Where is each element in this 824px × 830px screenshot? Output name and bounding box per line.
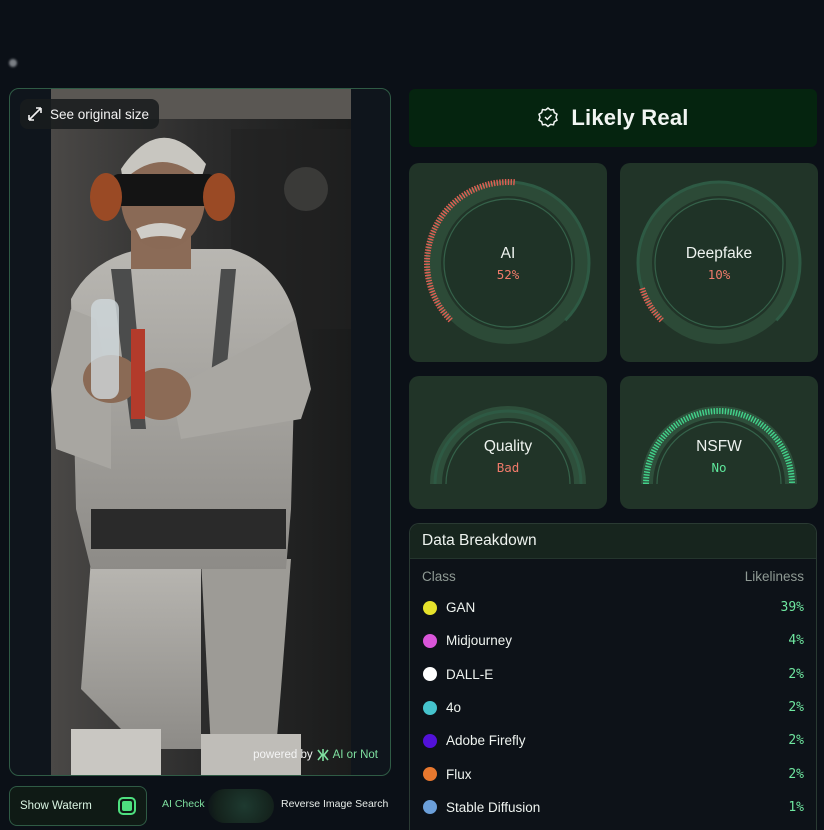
class-name: GAN [446, 600, 476, 616]
class-likeliness: 4% [788, 633, 804, 649]
breakdown-row: Flux 2% [410, 757, 816, 790]
quality-gauge-card: Quality Bad [409, 376, 607, 509]
watermark-checkbox[interactable] [118, 797, 136, 815]
verdict-banner: Likely Real [409, 89, 817, 147]
see-original-size-label: See original size [50, 106, 150, 122]
breakdown-rows: GAN 39% Midjourney 4% DALL-E 2% 4o 2% Adobe Fire… [410, 591, 816, 824]
class-name: DALL-E [446, 666, 494, 682]
analyzed-photo [51, 89, 351, 775]
class-likeliness: 1% [788, 799, 804, 815]
class-color-swatch [423, 700, 437, 715]
class-color-swatch [423, 600, 437, 615]
badge-icon [538, 107, 559, 128]
data-breakdown-title: Data Breakdown [410, 524, 816, 559]
class-color-swatch [423, 633, 437, 648]
nsfw-gauge-title: NSFW [696, 438, 742, 455]
class-likeliness: 39% [780, 600, 804, 616]
class-color-swatch [423, 800, 437, 815]
class-color-swatch [423, 667, 437, 682]
quality-gauge-value: Bad [496, 460, 520, 475]
ai-check-tab[interactable]: AI Check [162, 798, 205, 810]
class-likeliness: 2% [788, 766, 804, 782]
ai-gauge-card: AI 52% [409, 163, 607, 362]
class-color-swatch [423, 733, 437, 748]
quality-gauge-title: Quality [483, 438, 533, 455]
breakdown-column-headers: Class Likeliness [410, 561, 816, 591]
blurred-toggle[interactable] [208, 789, 274, 823]
class-name: Adobe Firefly [446, 733, 526, 749]
show-watermark-label: Show Waterm [20, 800, 92, 812]
verdict-label: Likely Real [571, 105, 689, 130]
powered-by-prefix: powered by [253, 749, 313, 761]
class-name: Midjourney [446, 633, 513, 649]
class-likeliness: 2% [788, 666, 804, 682]
breakdown-row: Adobe Firefly 2% [410, 724, 816, 757]
class-name: Flux [446, 766, 472, 782]
breakdown-row: Midjourney 4% [410, 624, 816, 657]
deepfake-gauge-value: 10% [707, 267, 731, 282]
class-name: 4o [446, 700, 462, 716]
nsfw-gauge-card: NSFW No [620, 376, 818, 509]
breakdown-row: 4o 2% [410, 691, 816, 724]
nsfw-gauge-value: No [711, 460, 727, 475]
class-name: Stable Diffusion [446, 799, 541, 815]
data-breakdown-panel: Data Breakdown Class Likeliness GAN 39% Mi… [409, 523, 817, 830]
class-likeliness: 2% [788, 700, 804, 716]
reverse-image-search-tab[interactable]: Reverse Image Search [281, 798, 388, 810]
deepfake-gauge-title: Deepfake [685, 245, 753, 262]
class-color-swatch [423, 767, 437, 782]
class-likeliness: 2% [788, 733, 804, 749]
show-watermark-toggle[interactable]: Show Waterm [9, 786, 147, 826]
breakdown-row: DALL-E 2% [410, 658, 816, 691]
gauge-inner-ring [654, 198, 784, 328]
breakdown-row: GAN 39% [410, 591, 816, 624]
powered-by-watermark: powered by AI or Not [253, 749, 378, 761]
see-original-size-button[interactable]: See original size [20, 99, 160, 129]
brand-logo-icon [316, 749, 329, 761]
ai-gauge-title: AI [500, 245, 516, 262]
ai-gauge-value: 52% [496, 267, 520, 282]
expand-icon [28, 107, 42, 121]
class-column-header: Class [422, 568, 456, 584]
likeliness-column-header: Likeliness [744, 568, 804, 584]
blurred-dot [9, 59, 17, 67]
image-preview-panel: See original size powered by AI or Not [9, 88, 391, 776]
gauge-inner-ring [443, 198, 573, 328]
breakdown-row: Stable Diffusion 1% [410, 791, 816, 824]
deepfake-gauge-card: Deepfake 10% [620, 163, 818, 362]
powered-by-brand: AI or Not [332, 749, 378, 761]
